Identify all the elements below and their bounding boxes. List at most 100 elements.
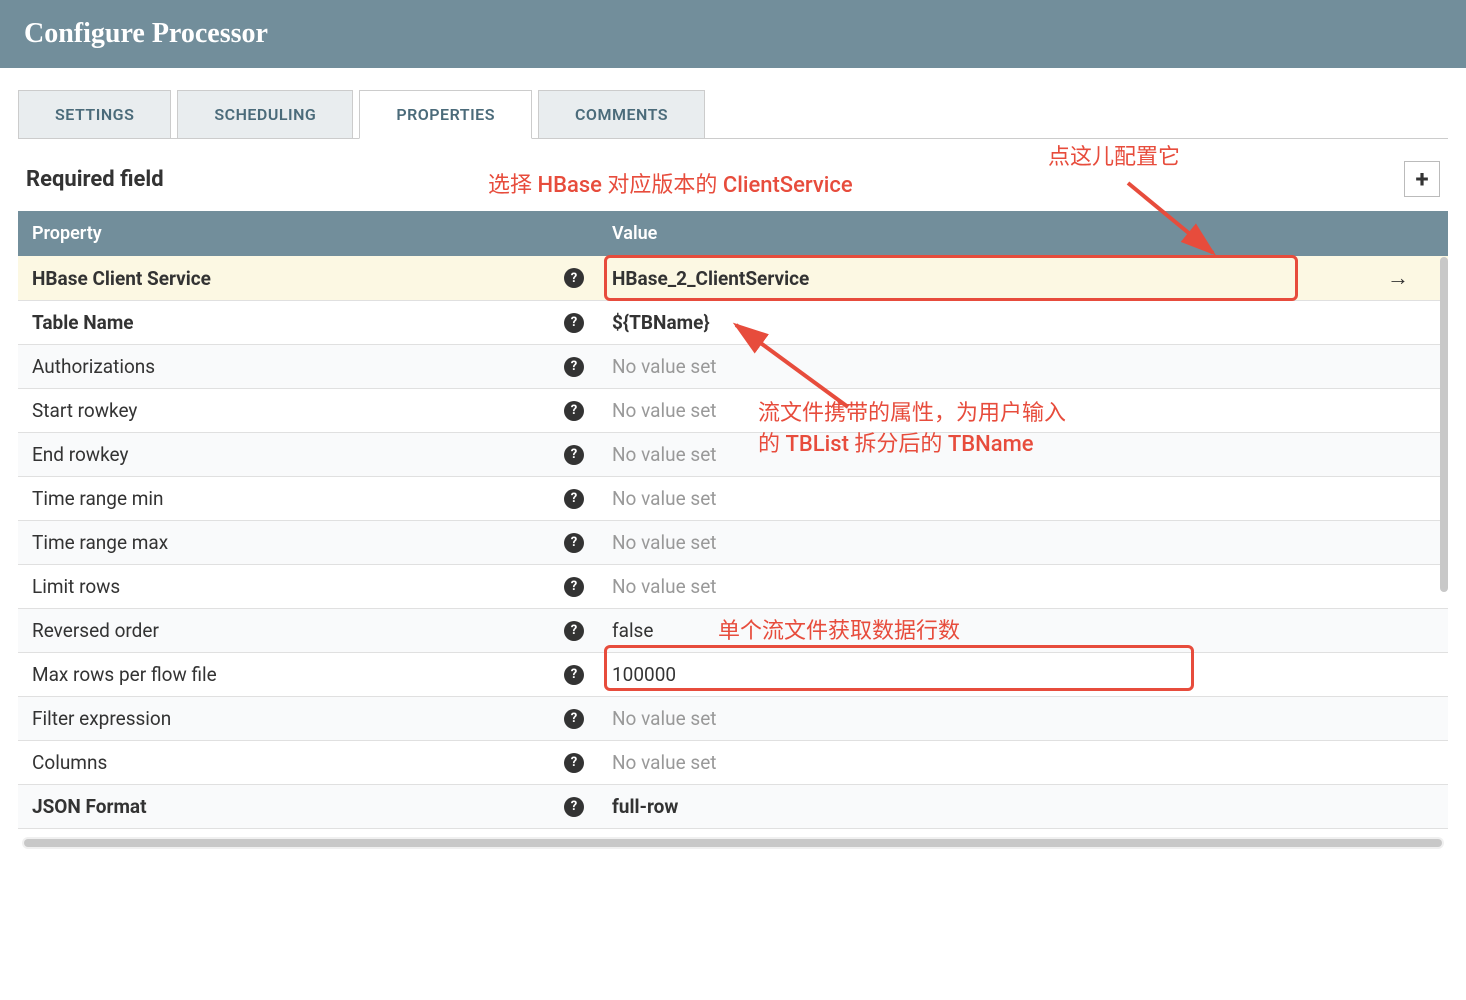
- tab-settings-label: SETTINGS: [55, 105, 134, 124]
- property-name-cell: JSON Format?: [18, 785, 598, 828]
- tab-properties-label: PROPERTIES: [396, 105, 495, 124]
- help-icon[interactable]: ?: [564, 357, 584, 377]
- property-value-cell[interactable]: No value set: [598, 477, 1348, 520]
- properties-table: Property Value HBase Client Service?HBas…: [18, 211, 1448, 829]
- table-header: Property Value: [18, 211, 1448, 256]
- horizontal-scrollbar-thumb[interactable]: [24, 839, 1442, 847]
- help-icon[interactable]: ?: [564, 489, 584, 509]
- property-action-cell: [1348, 697, 1448, 740]
- property-action-cell: [1348, 477, 1448, 520]
- column-header-property: Property: [18, 211, 598, 256]
- dialog-title: Configure Processor: [0, 0, 1466, 68]
- property-name: End rowkey: [32, 443, 128, 466]
- property-name: Limit rows: [32, 575, 120, 598]
- table-row[interactable]: Start rowkey? No value set: [18, 389, 1448, 433]
- property-name: Time range max: [32, 531, 168, 554]
- property-action-cell: [1348, 389, 1448, 432]
- property-value-cell[interactable]: false: [598, 609, 1348, 652]
- help-icon[interactable]: ?: [564, 533, 584, 553]
- property-name: HBase Client Service: [32, 267, 211, 290]
- goto-service-icon[interactable]: →: [1387, 265, 1409, 291]
- help-icon[interactable]: ?: [564, 709, 584, 729]
- table-row[interactable]: HBase Client Service? HBase_2_ClientServi…: [18, 256, 1448, 301]
- property-name: Time range min: [32, 487, 164, 510]
- table-row[interactable]: Reversed order?false: [18, 609, 1448, 653]
- table-row[interactable]: Table Name? ${TBName}: [18, 301, 1448, 345]
- property-value-cell[interactable]: 100000: [598, 653, 1348, 696]
- help-icon[interactable]: ?: [564, 313, 584, 333]
- property-name: Authorizations: [32, 355, 155, 378]
- property-value: HBase_2_ClientService: [612, 267, 809, 290]
- table-row[interactable]: Columns? No value set: [18, 741, 1448, 785]
- table-row[interactable]: End rowkey?No value set: [18, 433, 1448, 477]
- property-value: No value set: [612, 707, 716, 730]
- property-name: Max rows per flow file: [32, 663, 217, 686]
- table-row[interactable]: Limit rows? No value set: [18, 565, 1448, 609]
- property-action-cell: [1348, 433, 1448, 476]
- property-value: full-row: [612, 795, 678, 818]
- add-property-button[interactable]: +: [1404, 161, 1440, 197]
- property-value-cell[interactable]: HBase_2_ClientService: [598, 256, 1348, 300]
- property-value-cell[interactable]: ${TBName}: [598, 301, 1348, 344]
- property-action-cell: [1348, 653, 1448, 696]
- tab-bar: SETTINGS SCHEDULING PROPERTIES COMMENTS: [18, 90, 1448, 139]
- tab-properties[interactable]: PROPERTIES: [359, 90, 532, 139]
- table-row[interactable]: Time range max?No value set: [18, 521, 1448, 565]
- property-name-cell: Reversed order?: [18, 609, 598, 652]
- property-value: No value set: [612, 751, 716, 774]
- property-name-cell: Start rowkey?: [18, 389, 598, 432]
- property-value: No value set: [612, 487, 716, 510]
- horizontal-scrollbar[interactable]: [22, 837, 1444, 849]
- property-value: No value set: [612, 575, 716, 598]
- property-value: No value set: [612, 399, 716, 422]
- help-icon[interactable]: ?: [564, 665, 584, 685]
- property-action-cell: [1348, 785, 1448, 828]
- vertical-scrollbar-thumb[interactable]: [1440, 257, 1448, 592]
- property-name-cell: Time range min?: [18, 477, 598, 520]
- help-icon[interactable]: ?: [564, 577, 584, 597]
- property-name-cell: Filter expression?: [18, 697, 598, 740]
- property-value-cell[interactable]: No value set: [598, 433, 1348, 476]
- property-action-cell: [1348, 609, 1448, 652]
- property-value: ${TBName}: [612, 311, 710, 334]
- property-name: Reversed order: [32, 619, 159, 642]
- table-row[interactable]: Time range min? No value set: [18, 477, 1448, 521]
- property-name-cell: Time range max?: [18, 521, 598, 564]
- tab-scheduling[interactable]: SCHEDULING: [177, 90, 353, 139]
- help-icon[interactable]: ?: [564, 401, 584, 421]
- property-action-cell: →: [1348, 256, 1448, 300]
- property-value-cell[interactable]: No value set: [598, 521, 1348, 564]
- tab-comments-label: COMMENTS: [575, 105, 668, 124]
- property-name-cell: End rowkey?: [18, 433, 598, 476]
- property-name: Filter expression: [32, 707, 171, 730]
- table-row[interactable]: Filter expression? No value set: [18, 697, 1448, 741]
- help-icon[interactable]: ?: [564, 621, 584, 641]
- help-icon[interactable]: ?: [564, 797, 584, 817]
- property-action-cell: [1348, 565, 1448, 608]
- property-name: Columns: [32, 751, 107, 774]
- help-icon[interactable]: ?: [564, 445, 584, 465]
- table-row[interactable]: Authorizations? No value set: [18, 345, 1448, 389]
- property-name-cell: Limit rows?: [18, 565, 598, 608]
- vertical-scrollbar[interactable]: [1438, 257, 1450, 815]
- tab-settings[interactable]: SETTINGS: [18, 90, 171, 139]
- property-action-cell: [1348, 521, 1448, 564]
- tab-comments[interactable]: COMMENTS: [538, 90, 705, 139]
- property-value-cell[interactable]: No value set: [598, 697, 1348, 740]
- property-value-cell[interactable]: No value set: [598, 389, 1348, 432]
- property-value-cell[interactable]: No value set: [598, 345, 1348, 388]
- property-name: Table Name: [32, 311, 134, 334]
- property-value-cell[interactable]: full-row: [598, 785, 1348, 828]
- table-row[interactable]: Max rows per flow file?100000: [18, 653, 1448, 697]
- property-value-cell[interactable]: No value set: [598, 741, 1348, 784]
- help-icon[interactable]: ?: [564, 268, 584, 288]
- column-header-value: Value: [598, 211, 1348, 256]
- property-action-cell: [1348, 345, 1448, 388]
- property-name: JSON Format: [32, 795, 147, 818]
- property-name-cell: Max rows per flow file?: [18, 653, 598, 696]
- column-header-action: [1348, 211, 1448, 256]
- help-icon[interactable]: ?: [564, 753, 584, 773]
- property-value-cell[interactable]: No value set: [598, 565, 1348, 608]
- table-row[interactable]: JSON Format? full-row: [18, 785, 1448, 829]
- property-name-cell: HBase Client Service?: [18, 256, 598, 300]
